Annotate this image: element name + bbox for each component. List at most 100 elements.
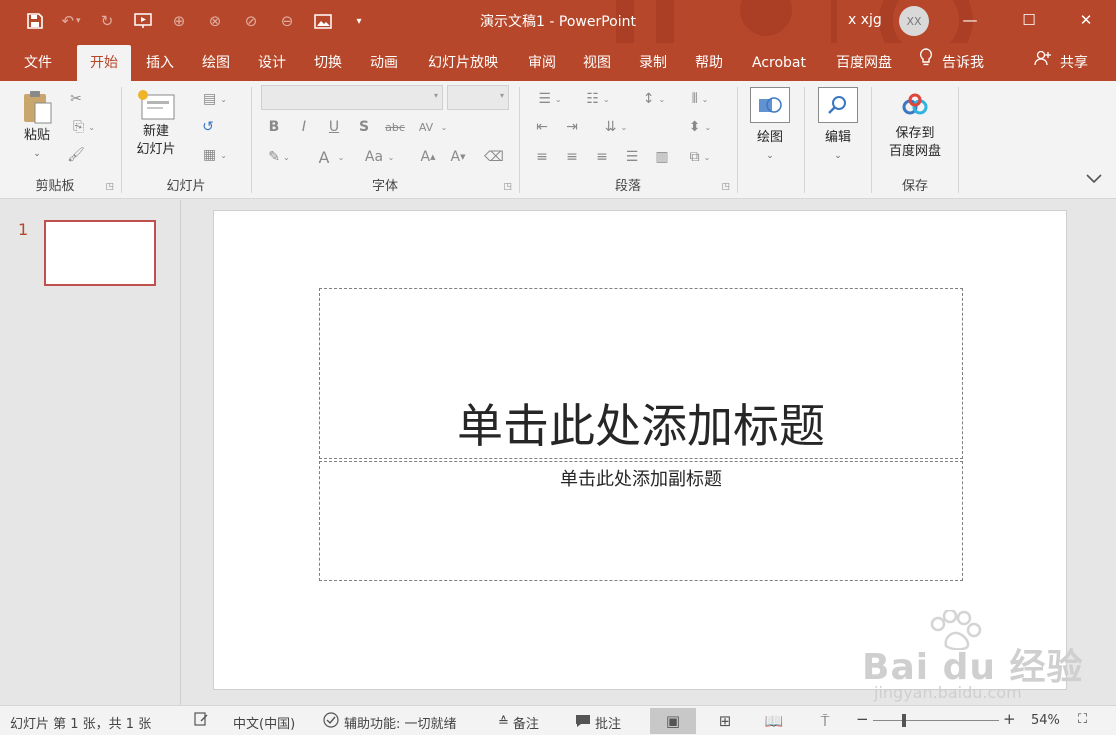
save-icon[interactable] bbox=[22, 8, 48, 34]
tell-me-search[interactable]: 告诉我 bbox=[918, 45, 984, 81]
comments-button[interactable]: 批注 bbox=[575, 713, 621, 732]
paste-button[interactable]: 粘贴 ⌄ bbox=[14, 89, 60, 163]
bullets-icon[interactable]: ☰ ⌄ bbox=[530, 89, 570, 109]
font-launcher-icon[interactable]: ◳ bbox=[503, 182, 512, 192]
customize-qat-icon[interactable]: ▾ bbox=[346, 8, 372, 34]
slideshow-view-icon[interactable]: ⍑ bbox=[802, 708, 848, 734]
tab-record[interactable]: 录制 bbox=[631, 45, 675, 81]
columns-icon[interactable]: ⫴ ⌄ bbox=[680, 89, 720, 109]
format-painter-icon[interactable]: 🖌 bbox=[66, 145, 86, 165]
shape-intersect-icon[interactable]: ⊘ bbox=[238, 8, 264, 34]
tab-slideshow[interactable]: 幻灯片放映 bbox=[420, 45, 506, 81]
close-icon[interactable]: ✕ bbox=[1063, 0, 1109, 40]
font-family-select[interactable]: ▾ bbox=[261, 85, 443, 110]
fit-to-window-icon[interactable]: ⛶ bbox=[1078, 712, 1087, 727]
language-indicator[interactable]: 中文(中国) bbox=[233, 713, 295, 732]
decrease-indent-icon[interactable]: ⇤ bbox=[530, 117, 554, 137]
tab-file[interactable]: 文件 bbox=[16, 45, 60, 81]
normal-view-icon[interactable]: ▣ bbox=[650, 708, 696, 734]
copy-icon[interactable]: ⎘ ⌄ bbox=[66, 117, 102, 137]
change-case-dropdown-icon[interactable]: ⌄ bbox=[386, 147, 396, 167]
shape-union-icon[interactable]: ⊕ bbox=[166, 8, 192, 34]
shape-subtract-icon[interactable]: ⊖ bbox=[274, 8, 300, 34]
shape-combine-icon[interactable]: ⊗ bbox=[202, 8, 228, 34]
save-group-label: 保存 bbox=[901, 179, 928, 194]
tab-help[interactable]: 帮助 bbox=[687, 45, 731, 81]
tab-baidu-netdisk[interactable]: 百度网盘 bbox=[829, 45, 899, 81]
zoom-slider-thumb[interactable] bbox=[902, 714, 906, 727]
tab-review[interactable]: 审阅 bbox=[520, 45, 564, 81]
align-left-icon[interactable]: ≡ bbox=[530, 147, 554, 167]
spelling-check-icon[interactable] bbox=[193, 711, 209, 731]
smartart-icon[interactable]: ⧉ ⌄ bbox=[680, 147, 720, 167]
save-group: 保存到 百度网盘 保存 bbox=[872, 81, 958, 199]
italic-button[interactable]: I bbox=[294, 117, 314, 137]
character-spacing-button[interactable]: AV bbox=[414, 117, 438, 137]
editing-button[interactable]: 编辑 ⌄ bbox=[817, 87, 859, 165]
character-spacing-dropdown-icon[interactable]: ⌄ bbox=[438, 117, 450, 137]
editing-dropdown-icon: ⌄ bbox=[834, 151, 842, 161]
cut-icon[interactable]: ✂ bbox=[66, 89, 86, 109]
reading-view-icon[interactable]: 📖 bbox=[751, 708, 797, 734]
tab-acrobat[interactable]: Acrobat bbox=[745, 45, 813, 81]
tab-design[interactable]: 设计 bbox=[250, 45, 294, 81]
slide-thumbnail[interactable] bbox=[44, 220, 156, 286]
drawing-button[interactable]: 绘图 ⌄ bbox=[749, 87, 791, 165]
distributed-icon[interactable]: ▥ bbox=[650, 147, 674, 167]
notes-button[interactable]: ≙ 备注 bbox=[498, 713, 539, 732]
maximize-icon[interactable]: ☐ bbox=[1006, 0, 1052, 40]
text-shadow-button[interactable]: S bbox=[354, 117, 374, 137]
underline-button[interactable]: U bbox=[324, 117, 344, 137]
font-color-dropdown-icon[interactable]: ⌄ bbox=[336, 147, 346, 167]
clear-formatting-icon[interactable]: ⌫ bbox=[484, 147, 504, 167]
text-direction-icon[interactable]: ⇊ ⌄ bbox=[596, 117, 636, 137]
comments-label: 批注 bbox=[595, 717, 622, 732]
align-center-icon[interactable]: ≡ bbox=[560, 147, 584, 167]
user-name[interactable]: x xjg bbox=[848, 12, 882, 28]
strikethrough-button[interactable]: abc bbox=[382, 117, 408, 137]
section-icon[interactable]: ▦ ⌄ bbox=[198, 145, 232, 165]
tab-transitions[interactable]: 切换 bbox=[306, 45, 350, 81]
accessibility-checker[interactable]: 辅助功能: 一切就绪 bbox=[322, 711, 457, 733]
increase-indent-icon[interactable]: ⇥ bbox=[560, 117, 584, 137]
title-placeholder[interactable]: 单击此处添加标题 bbox=[319, 288, 963, 459]
paragraph-launcher-icon[interactable]: ◳ bbox=[721, 182, 730, 192]
new-slide-button[interactable]: 新建 幻灯片 bbox=[130, 89, 182, 159]
tab-draw[interactable]: 绘图 bbox=[194, 45, 238, 81]
save-to-baidu-button[interactable]: 保存到 百度网盘 bbox=[878, 93, 952, 161]
zoom-out-icon[interactable]: − bbox=[856, 710, 869, 728]
avatar[interactable]: XX bbox=[899, 6, 929, 36]
zoom-level[interactable]: 54% bbox=[1031, 713, 1060, 728]
zoom-in-icon[interactable]: + bbox=[1003, 710, 1016, 728]
collapse-ribbon-icon[interactable] bbox=[1086, 173, 1102, 187]
zoom-slider-track[interactable] bbox=[873, 720, 999, 721]
slide-sorter-view-icon[interactable]: ⊞ bbox=[702, 708, 748, 734]
font-color-button[interactable]: A bbox=[314, 147, 334, 167]
slideshow-start-icon[interactable] bbox=[130, 8, 156, 34]
subtitle-placeholder[interactable]: 单击此处添加副标题 bbox=[319, 461, 963, 581]
layout-icon[interactable]: ▤ ⌄ bbox=[198, 89, 232, 109]
highlight-icon[interactable]: ✎ ⌄ bbox=[264, 147, 294, 167]
minimize-icon[interactable]: — bbox=[947, 0, 993, 40]
increase-font-size-icon[interactable]: A ▲ bbox=[418, 147, 438, 167]
insert-picture-icon[interactable] bbox=[310, 8, 336, 34]
font-size-select[interactable]: ▾ bbox=[447, 85, 509, 110]
bold-button[interactable]: B bbox=[264, 117, 284, 137]
numbering-icon[interactable]: ☷ ⌄ bbox=[578, 89, 618, 109]
align-right-icon[interactable]: ≡ bbox=[590, 147, 614, 167]
decrease-font-size-icon[interactable]: A ▼ bbox=[448, 147, 468, 167]
justify-icon[interactable]: ☰ bbox=[620, 147, 644, 167]
align-text-icon[interactable]: ⬍ ⌄ bbox=[680, 117, 720, 137]
line-spacing-icon[interactable]: ↕ ⌄ bbox=[634, 89, 674, 109]
share-button[interactable]: 共享 bbox=[1034, 45, 1088, 81]
title-bar: ↶ ▾ ↻ ⊕ ⊗ ⊘ ⊖ ▾ 演示文稿1 - PowerPoint x xjg … bbox=[0, 0, 1116, 43]
tab-view[interactable]: 视图 bbox=[575, 45, 619, 81]
tab-home[interactable]: 开始 bbox=[77, 45, 131, 81]
tab-animations[interactable]: 动画 bbox=[362, 45, 406, 81]
tab-insert[interactable]: 插入 bbox=[138, 45, 182, 81]
undo-icon[interactable]: ↶ ▾ bbox=[58, 8, 84, 34]
change-case-button[interactable]: Aa bbox=[362, 147, 386, 167]
redo-icon[interactable]: ↻ bbox=[94, 8, 120, 34]
reset-slide-icon[interactable]: ↺ bbox=[198, 117, 218, 137]
clipboard-launcher-icon[interactable]: ◳ bbox=[105, 182, 114, 192]
